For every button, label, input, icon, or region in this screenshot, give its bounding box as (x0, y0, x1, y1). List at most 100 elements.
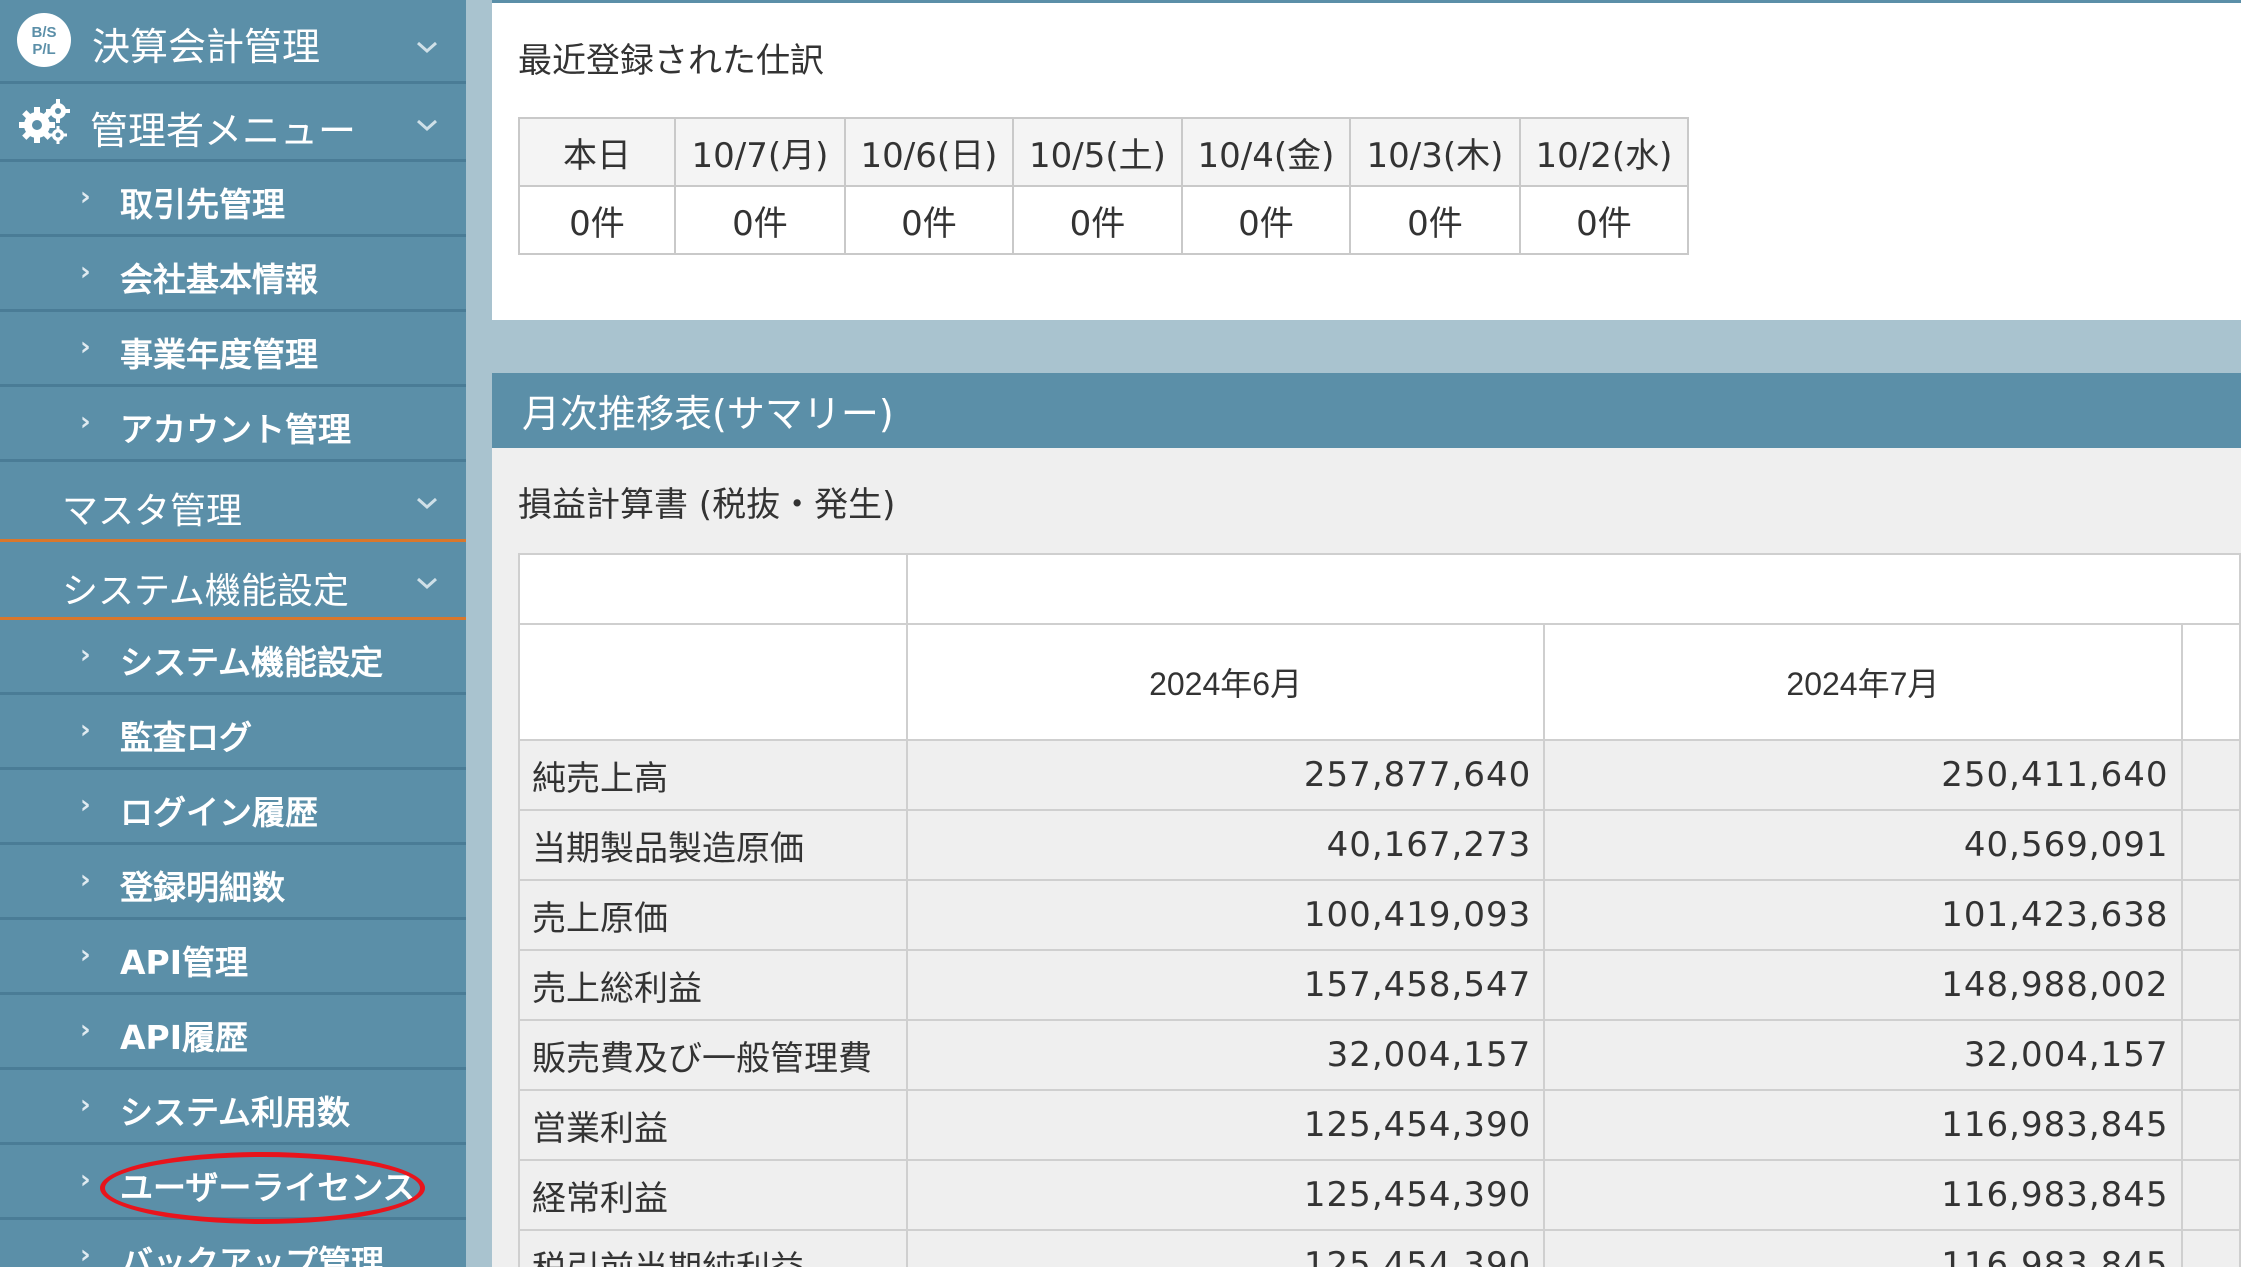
blank-cell (2180, 1229, 2241, 1267)
chevron-right-icon: › (80, 257, 91, 287)
sidebar-item-system-usage[interactable]: › システム利用数 (0, 1070, 466, 1145)
count-cell[interactable]: 0件 (518, 185, 676, 255)
value-cell: 148,988,002 (1543, 949, 2183, 1021)
date-header-cell: 10/6(日) (844, 117, 1014, 187)
date-header-cell: 10/5(土) (1012, 117, 1183, 187)
sidebar-item-label: システム機能設定 (62, 571, 349, 612)
blank-cell (2180, 949, 2241, 1021)
chevron-right-icon: › (80, 407, 91, 437)
table-header-row: 本日 10/7(月) 10/6(日) 10/5(土) 10/4(金) 10/3(… (518, 117, 1689, 187)
table-row: 税引前当期純利益 125,454,390 116,983,845 (518, 1229, 2241, 1267)
count-cell[interactable]: 0件 (1012, 185, 1183, 255)
count-cell[interactable]: 0件 (844, 185, 1014, 255)
recent-journal-table: 本日 10/7(月) 10/6(日) 10/5(土) 10/4(金) 10/3(… (518, 117, 1689, 255)
value-cell: 40,569,091 (1543, 809, 2183, 881)
row-label: 売上原価 (518, 879, 908, 951)
sidebar-item-label: 会社基本情報 (120, 260, 318, 299)
count-cell[interactable]: 0件 (1181, 185, 1351, 255)
sidebar-item-accounts[interactable]: › アカウント管理 (0, 387, 466, 462)
monthly-summary-panel: 月次推移表(サマリー) 損益計算書 (税抜・発生) 2024年6月 2024年7… (492, 373, 2241, 1267)
sidebar-item-clients[interactable]: › 取引先管理 (0, 162, 466, 237)
count-cell[interactable]: 0件 (1349, 185, 1521, 255)
table-row: 経常利益 125,454,390 116,983,845 (518, 1159, 2241, 1231)
count-cell[interactable]: 0件 (674, 185, 846, 255)
sidebar-item-closing-accounting[interactable]: B/S P/L 決算会計管理 (0, 0, 466, 84)
count-cell[interactable]: 0件 (1519, 185, 1689, 255)
sidebar-item-master[interactable]: マスタ管理 (0, 462, 466, 542)
recent-journal-title: 最近登録された仕訳 (518, 41, 824, 81)
value-cell: 125,454,390 (905, 1159, 1546, 1231)
value-cell: 100,419,093 (905, 879, 1546, 951)
sidebar-item-api-history[interactable]: › API履歴 (0, 995, 466, 1070)
chevron-right-icon: › (80, 1015, 91, 1045)
sidebar-item-label: 管理者メニュー (90, 109, 357, 153)
value-cell: 157,458,547 (905, 949, 1546, 1021)
blank-cell (2180, 1159, 2241, 1231)
chevron-right-icon: › (80, 790, 91, 820)
sidebar-item-label: バックアップ管理 (120, 1243, 384, 1267)
chevron-down-icon (412, 32, 442, 62)
recent-journal-panel: 最近登録された仕訳 本日 10/7(月) 10/6(日) 10/5(土) 10/… (492, 0, 2241, 320)
value-cell: 116,983,845 (1543, 1159, 2183, 1231)
blank-cell (2180, 1019, 2241, 1091)
date-header-cell: 本日 (518, 117, 676, 187)
table-row: 営業利益 125,454,390 116,983,845 (518, 1089, 2241, 1161)
sidebar-item-fiscal-year[interactable]: › 事業年度管理 (0, 312, 466, 387)
chevron-down-icon (412, 110, 442, 140)
sidebar-item-label: ユーザーライセンス (120, 1168, 416, 1207)
sidebar-item-backup[interactable]: › バックアップ管理 (0, 1220, 466, 1267)
sidebar-item-label: 決算会計管理 (92, 25, 321, 69)
sidebar-item-system-settings[interactable]: › システム機能設定 (0, 620, 466, 695)
sidebar-item-label: ログイン履歴 (120, 793, 318, 832)
sidebar-item-api-management[interactable]: › API管理 (0, 920, 466, 995)
blank-cell (518, 623, 908, 741)
blank-cell (905, 553, 2241, 625)
pl-table: 2024年6月 2024年7月 純売上高 257,877,640 250,411… (518, 553, 2241, 1267)
sidebar-item-login-history[interactable]: › ログイン履歴 (0, 770, 466, 845)
row-label: 純売上高 (518, 739, 908, 811)
value-cell: 32,004,157 (1543, 1019, 2183, 1091)
chevron-right-icon: › (80, 182, 91, 212)
chevron-right-icon: › (80, 1090, 91, 1120)
blank-cell (2180, 1089, 2241, 1161)
blank-cell (518, 553, 908, 625)
table-row: 売上総利益 157,458,547 148,988,002 (518, 949, 2241, 1021)
sidebar-item-label: マスタ管理 (62, 491, 243, 532)
sidebar-item-system-settings-section[interactable]: システム機能設定 (0, 542, 466, 620)
sidebar-item-registered-entries[interactable]: › 登録明細数 (0, 845, 466, 920)
sidebar-item-label: 事業年度管理 (120, 335, 318, 374)
table-row: 当期製品製造原価 40,167,273 40,569,091 (518, 809, 2241, 881)
blank-cell (2180, 879, 2241, 951)
value-cell: 250,411,640 (1543, 739, 2183, 811)
date-header-cell: 10/7(月) (674, 117, 846, 187)
row-label: 税引前当期純利益 (518, 1229, 908, 1267)
sidebar-item-audit-log[interactable]: › 監査ログ (0, 695, 466, 770)
value-cell: 40,167,273 (905, 809, 1546, 881)
value-cell: 125,454,390 (905, 1229, 1546, 1267)
sidebar-item-label: システム利用数 (120, 1093, 351, 1132)
sidebar-item-label: システム機能設定 (120, 643, 384, 682)
blank-cell (2180, 739, 2241, 811)
chevron-down-icon (412, 488, 442, 518)
chevron-right-icon: › (80, 640, 91, 670)
table-row: 純売上高 257,877,640 250,411,640 (518, 739, 2241, 811)
sidebar-item-label: API管理 (120, 943, 249, 982)
sidebar-item-label: 取引先管理 (120, 185, 285, 224)
sidebar-item-company-info[interactable]: › 会社基本情報 (0, 237, 466, 312)
row-label: 売上総利益 (518, 949, 908, 1021)
sidebar-item-user-license[interactable]: › ユーザーライセンス (0, 1145, 466, 1220)
date-header-cell: 10/3(木) (1349, 117, 1521, 187)
sidebar-item-label: 登録明細数 (120, 868, 285, 907)
row-label: 販売費及び一般管理費 (518, 1019, 908, 1091)
sidebar-item-admin-menu[interactable]: 管理者メニュー (0, 84, 466, 162)
sidebar-item-label: 監査ログ (120, 718, 252, 757)
monthly-summary-title: 月次推移表(サマリー) (492, 373, 2241, 448)
table-row: 売上原価 100,419,093 101,423,638 (518, 879, 2241, 951)
blank-cell (2180, 623, 2241, 741)
table-header-row: 2024年6月 2024年7月 (518, 623, 2241, 741)
chevron-down-icon (412, 568, 442, 598)
value-cell: 101,423,638 (1543, 879, 2183, 951)
table-header-blank-row (518, 553, 2241, 625)
value-cell: 116,983,845 (1543, 1089, 2183, 1161)
row-label: 経常利益 (518, 1159, 908, 1231)
